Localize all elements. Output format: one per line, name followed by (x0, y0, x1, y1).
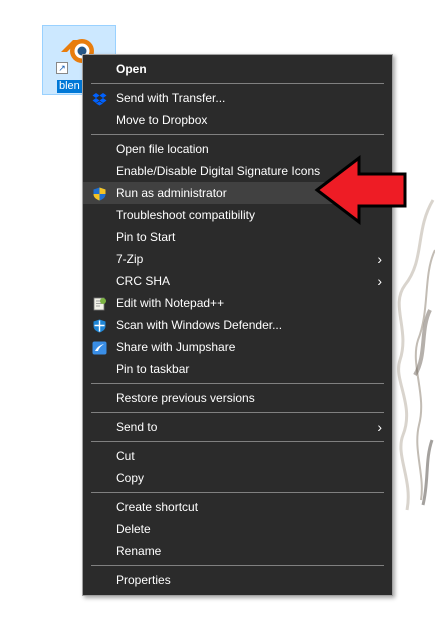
menu-item-copy[interactable]: Copy (83, 467, 392, 489)
menu-item-label: Delete (116, 522, 151, 536)
menu-item-label: Enable/Disable Digital Signature Icons (116, 164, 321, 178)
desktop-icon-label: blen (57, 80, 82, 93)
menu-item-label: Pin to Start (116, 230, 176, 244)
notepad-plus-plus-icon (92, 296, 107, 311)
menu-item-label: Run as administrator (116, 186, 227, 200)
jumpshare-icon (92, 340, 107, 355)
chevron-right-icon: › (377, 251, 382, 267)
menu-item-move-to-dropbox[interactable]: Move to Dropbox (83, 109, 392, 131)
menu-item-label: Send with Transfer... (116, 91, 226, 105)
menu-item-label: Edit with Notepad++ (116, 296, 225, 310)
menu-separator (91, 383, 384, 384)
windows-defender-icon (92, 318, 107, 333)
dropbox-icon (92, 91, 107, 106)
menu-item-cut[interactable]: Cut (83, 445, 392, 467)
shortcut-arrow-icon: ↗ (56, 62, 68, 74)
menu-item-properties[interactable]: Properties (83, 569, 392, 591)
menu-item-label: Move to Dropbox (116, 113, 208, 127)
menu-item-edit-with-notepad[interactable]: Edit with Notepad++ (83, 292, 392, 314)
menu-item-share-with-jumpshare[interactable]: Share with Jumpshare (83, 336, 392, 358)
menu-item-send-with-transfer[interactable]: Send with Transfer... (83, 87, 392, 109)
chevron-right-icon: › (377, 273, 382, 289)
menu-separator (91, 83, 384, 84)
menu-separator (91, 412, 384, 413)
menu-item-label: Copy (116, 471, 145, 485)
menu-item-label: Cut (116, 449, 135, 463)
menu-item-label: Open file location (116, 142, 209, 156)
menu-item-send-to[interactable]: Send to › (83, 416, 392, 438)
menu-separator (91, 565, 384, 566)
menu-item-label: CRC SHA (116, 274, 171, 288)
menu-item-open[interactable]: Open (83, 58, 392, 80)
context-menu: Open Send with Transfer... Move to Dropbox… (82, 54, 393, 596)
menu-separator (91, 441, 384, 442)
menu-item-label: Open (116, 62, 147, 76)
red-arrow-annotation (314, 155, 407, 225)
menu-item-label: Pin to taskbar (116, 362, 190, 376)
chevron-right-icon: › (377, 419, 382, 435)
menu-item-label: Send to (116, 420, 158, 434)
menu-item-label: Share with Jumpshare (116, 340, 236, 354)
menu-item-7-zip[interactable]: 7-Zip › (83, 248, 392, 270)
menu-item-label: Rename (116, 544, 162, 558)
menu-item-label: 7-Zip (116, 252, 144, 266)
menu-item-label: Restore previous versions (116, 391, 255, 405)
menu-item-label: Create shortcut (116, 500, 199, 514)
menu-item-rename[interactable]: Rename (83, 540, 392, 562)
menu-item-pin-to-taskbar[interactable]: Pin to taskbar (83, 358, 392, 380)
menu-item-create-shortcut[interactable]: Create shortcut (83, 496, 392, 518)
menu-item-label: Troubleshoot compatibility (116, 208, 255, 222)
menu-item-restore-previous-versions[interactable]: Restore previous versions (83, 387, 392, 409)
uac-shield-icon (92, 186, 107, 201)
menu-item-scan-with-windows-defender[interactable]: Scan with Windows Defender... (83, 314, 392, 336)
menu-item-crc-sha[interactable]: CRC SHA › (83, 270, 392, 292)
menu-separator (91, 492, 384, 493)
menu-separator (91, 134, 384, 135)
menu-item-label: Properties (116, 573, 171, 587)
menu-item-delete[interactable]: Delete (83, 518, 392, 540)
menu-item-pin-to-start[interactable]: Pin to Start (83, 226, 392, 248)
menu-item-label: Scan with Windows Defender... (116, 318, 283, 332)
